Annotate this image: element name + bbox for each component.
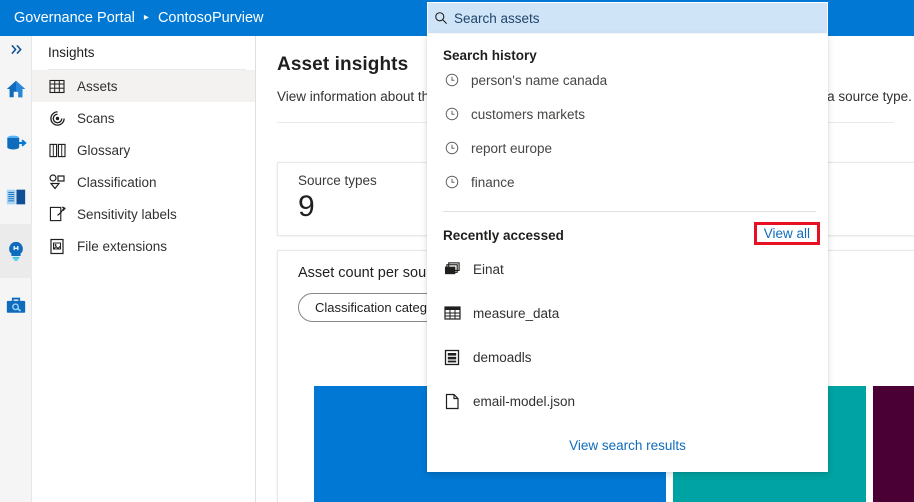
sidebar-item-label: Classification — [77, 175, 157, 190]
search-suggestions-flyout: Search history person's name canada cust… — [427, 34, 828, 472]
search-history-item[interactable]: finance — [427, 165, 828, 199]
chevron-double-right-icon[interactable] — [0, 36, 32, 62]
view-all-link[interactable]: View all — [764, 226, 810, 241]
clock-icon — [443, 106, 460, 123]
radar-icon — [48, 109, 66, 127]
search-history-title: Search history — [427, 34, 828, 63]
search-history-label: customers markets — [471, 107, 585, 122]
view-search-results-row: View search results — [427, 418, 828, 472]
lightbulb-icon[interactable] — [0, 224, 32, 278]
sidebar-item-classification[interactable]: Classification — [32, 166, 255, 198]
recent-item[interactable]: measure_data — [427, 291, 828, 335]
recently-accessed-title: Recently accessed — [443, 228, 564, 243]
view-search-results-link[interactable]: View search results — [569, 438, 686, 453]
breadcrumb: Governance Portal ▸ ContosoPurview — [0, 10, 264, 26]
search-icon — [428, 11, 454, 25]
file-icon — [443, 392, 461, 410]
storage-icon — [443, 348, 461, 366]
sidebar-item-sensitivity-labels[interactable]: Sensitivity labels — [32, 198, 255, 230]
recent-item-label: demoadls — [473, 350, 532, 365]
sidebar-title: Insights — [32, 36, 255, 69]
search-history-label: report europe — [471, 141, 552, 156]
breadcrumb-item-governance-portal[interactable]: Governance Portal — [14, 10, 135, 26]
clock-icon — [443, 72, 460, 89]
search-history-item[interactable]: report europe — [427, 131, 828, 165]
view-all-highlight: View all — [754, 222, 820, 245]
file-extension-icon — [48, 237, 66, 255]
clock-icon — [443, 174, 460, 191]
data-source-icon[interactable] — [0, 116, 32, 170]
sidebar-item-label: File extensions — [77, 239, 167, 254]
sidebar-item-scans[interactable]: Scans — [32, 102, 255, 134]
clock-icon — [443, 140, 460, 157]
recent-item-label: Einat — [473, 262, 504, 277]
sidebar-item-glossary[interactable]: Glossary — [32, 134, 255, 166]
icon-rail — [0, 36, 32, 502]
collection-icon — [443, 260, 461, 278]
recent-item[interactable]: email-model.json — [427, 379, 828, 423]
classification-icon — [48, 173, 66, 191]
search-box[interactable] — [427, 2, 828, 34]
label-tag-icon — [48, 205, 66, 223]
table-icon — [48, 77, 66, 95]
recent-item[interactable]: demoadls — [427, 335, 828, 379]
table-icon — [443, 304, 461, 322]
sidebar-item-label: Sensitivity labels — [77, 207, 177, 222]
search-history-label: person's name canada — [471, 73, 607, 88]
sidebar-item-label: Scans — [77, 111, 115, 126]
sidebar-item-assets[interactable]: Assets — [32, 70, 255, 102]
recent-item[interactable]: Einat — [427, 247, 828, 291]
sidebar-item-file-extensions[interactable]: File extensions — [32, 230, 255, 262]
recently-accessed-header: Recently accessed View all — [427, 212, 828, 247]
search-history-item[interactable]: person's name canada — [427, 63, 828, 97]
breadcrumb-item-contosopurview[interactable]: ContosoPurview — [158, 10, 264, 26]
toolbox-icon[interactable] — [0, 278, 32, 332]
book-open-icon — [48, 141, 66, 159]
secondary-kpi-card — [817, 162, 914, 236]
search-input[interactable] — [454, 3, 827, 33]
recent-item-label: email-model.json — [473, 394, 575, 409]
book-icon[interactable] — [0, 170, 32, 224]
sidebar: Insights Assets Scans Glossary Classific… — [32, 36, 256, 502]
sidebar-item-label: Glossary — [77, 143, 130, 158]
search-history-item[interactable]: customers markets — [427, 97, 828, 131]
sidebar-item-label: Assets — [77, 79, 118, 94]
recent-item-label: measure_data — [473, 306, 559, 321]
home-icon[interactable] — [0, 62, 32, 116]
filter-label: Classification category — [315, 300, 445, 315]
search-history-label: finance — [471, 175, 515, 190]
bar-2[interactable] — [873, 386, 914, 502]
chevron-right-icon: ▸ — [144, 13, 149, 23]
